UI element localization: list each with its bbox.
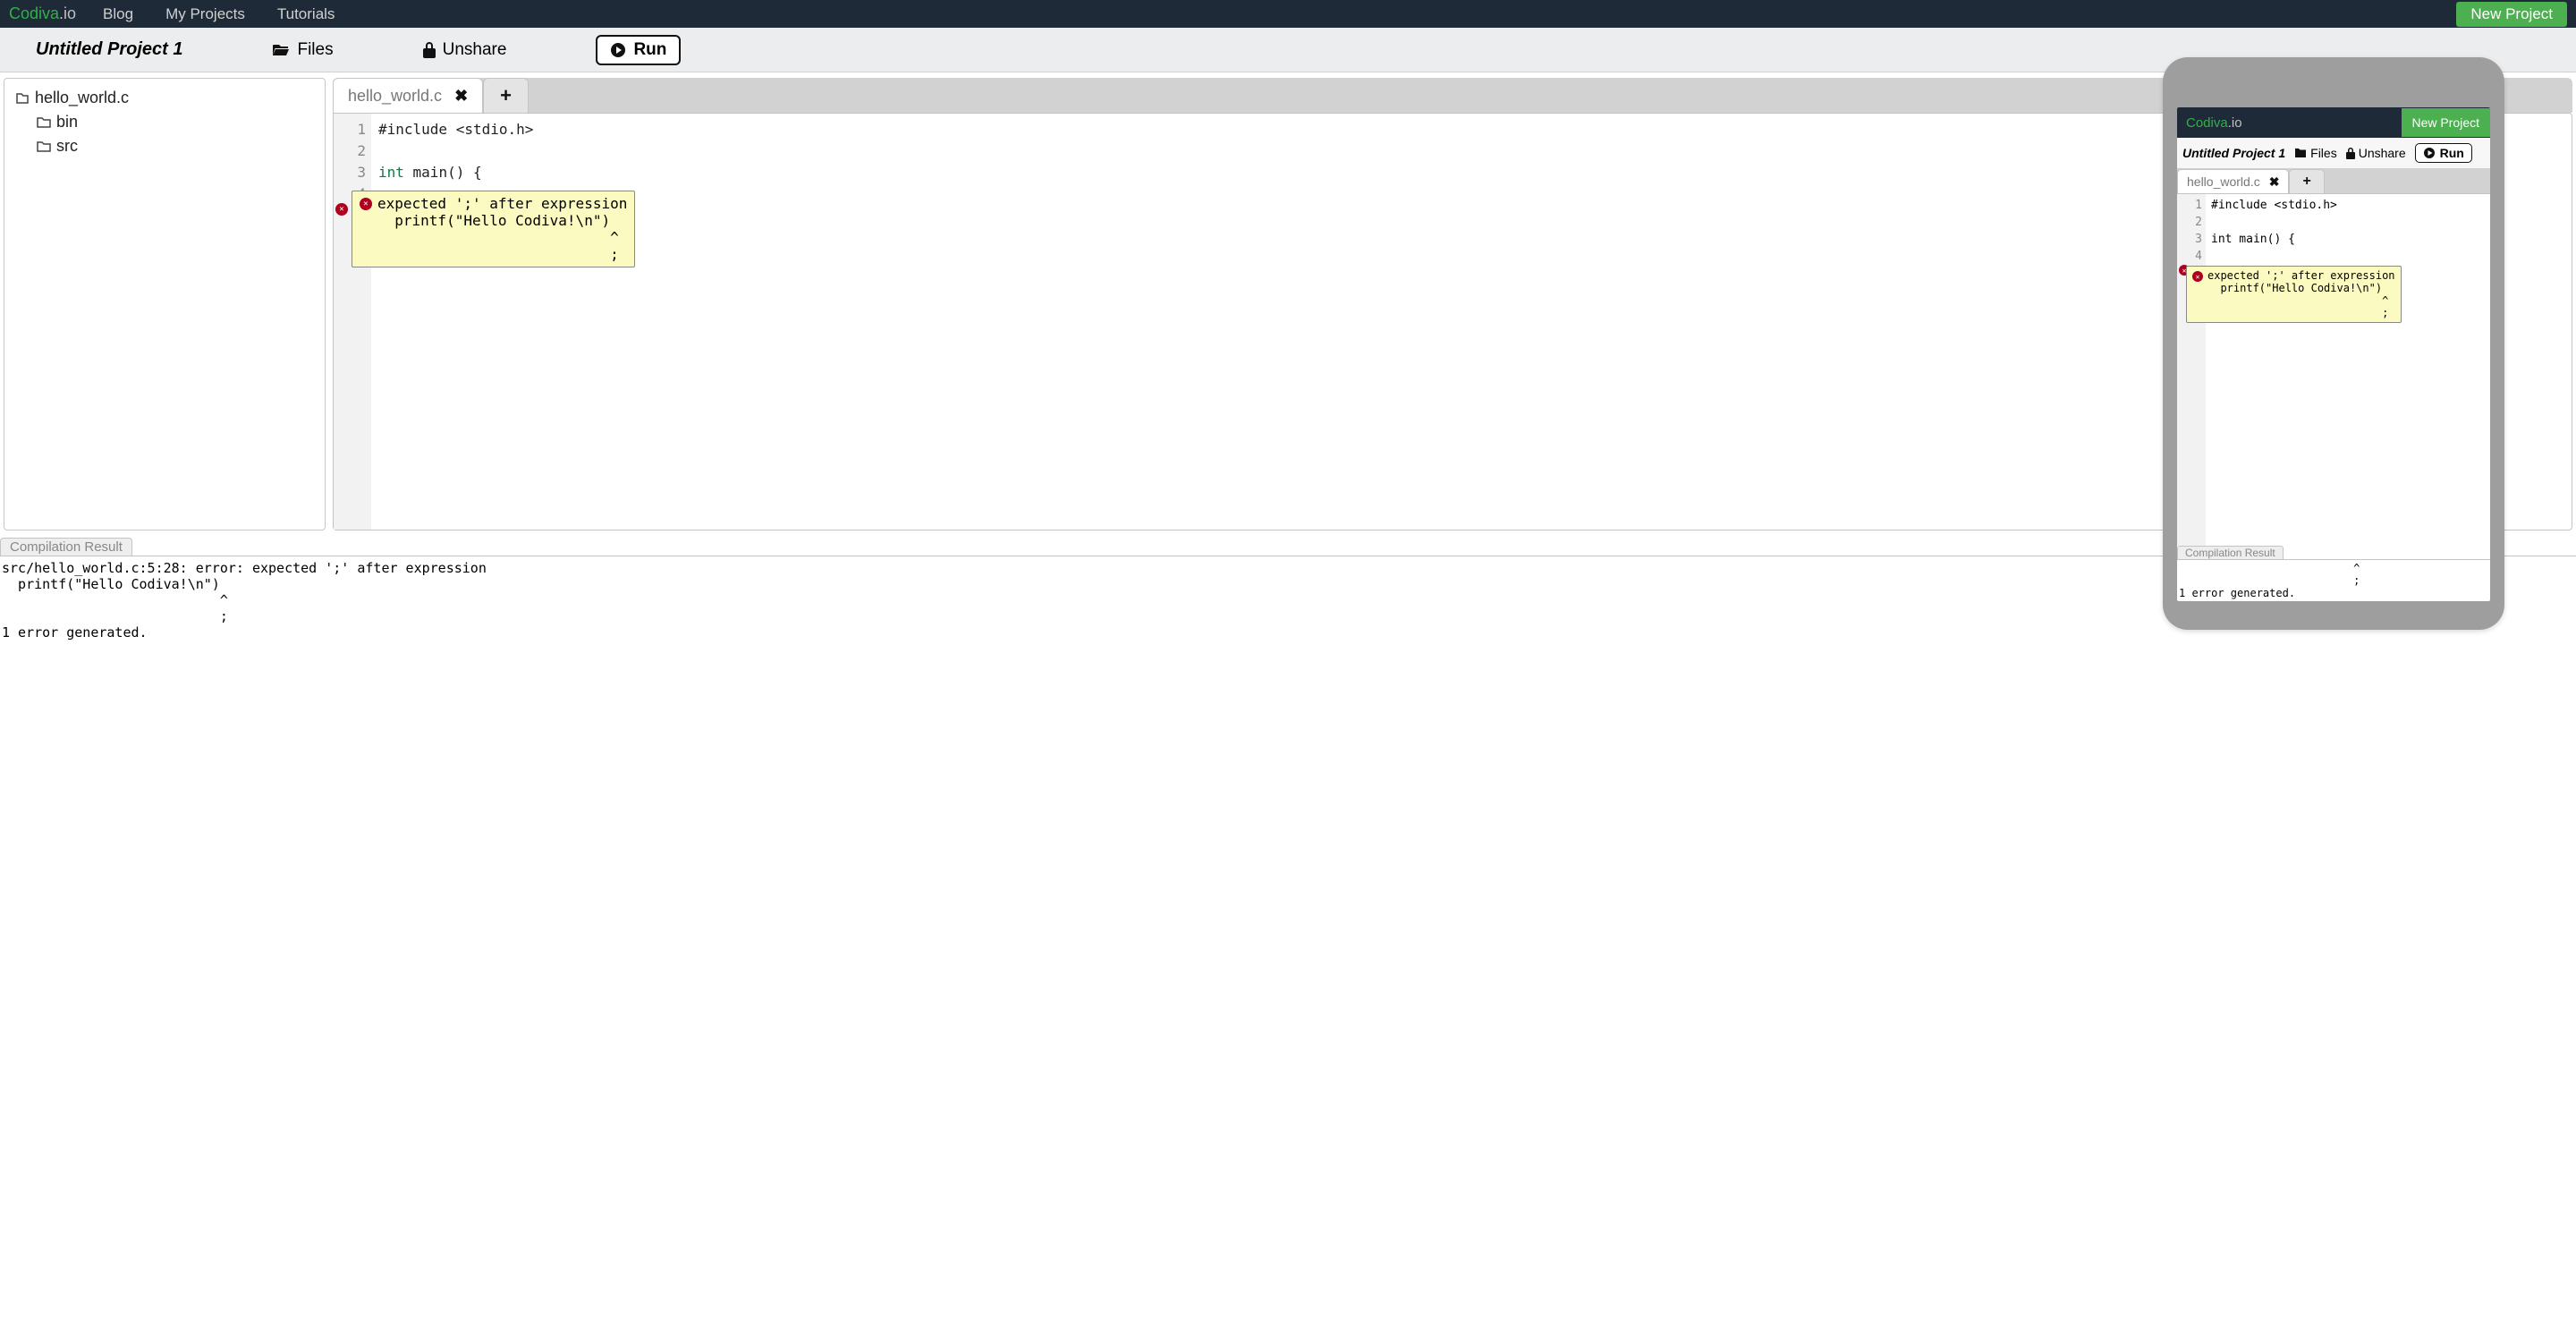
run-button[interactable]: Run xyxy=(596,35,681,65)
mobile-editor-tab[interactable]: hello_world.c ✖ xyxy=(2177,169,2289,193)
folder-icon xyxy=(2294,148,2307,158)
mobile-output-tab[interactable]: Compilation Result xyxy=(2177,546,2284,559)
mobile-error-tooltip: expected ';' after expression printf("He… xyxy=(2186,266,2402,323)
unshare-label: Unshare xyxy=(443,40,507,60)
project-name[interactable]: Untitled Project 1 xyxy=(36,39,182,60)
mobile-screen: Codiva.io New Project Untitled Project 1… xyxy=(2177,107,2490,601)
mobile-project-name[interactable]: Untitled Project 1 xyxy=(2182,146,2285,160)
mobile-tabs: hello_world.c ✖ + xyxy=(2177,169,2490,193)
tree-folder-bin[interactable]: bin xyxy=(15,110,314,134)
error-icon xyxy=(2192,271,2203,282)
unshare-button[interactable]: Unshare xyxy=(423,40,507,60)
close-icon[interactable]: ✖ xyxy=(2269,174,2280,190)
mobile-top-nav: Codiva.io New Project xyxy=(2177,107,2490,138)
tab-label: hello_world.c xyxy=(348,87,442,106)
mobile-new-project-button[interactable]: New Project xyxy=(2402,108,2490,137)
mobile-logo[interactable]: Codiva.io xyxy=(2177,115,2402,131)
code-content[interactable]: #include <stdio.h> int main() { printf("… xyxy=(371,114,618,530)
files-label: Files xyxy=(297,40,333,60)
file-tree: hello_world.c bin src xyxy=(4,78,326,530)
output-tab[interactable]: Compilation Result xyxy=(0,538,132,556)
nav-tutorials[interactable]: Tutorials xyxy=(277,5,335,23)
mobile-preview-frame: Codiva.io New Project Untitled Project 1… xyxy=(2163,57,2504,630)
line-gutter: 1 2 3 4 5 xyxy=(334,114,371,530)
play-circle-icon xyxy=(610,42,626,58)
mobile-run-button[interactable]: Run xyxy=(2415,143,2472,163)
lock-icon xyxy=(2346,148,2355,159)
run-label: Run xyxy=(633,40,666,60)
new-project-button[interactable]: New Project xyxy=(2456,2,2567,27)
tree-folder-src[interactable]: src xyxy=(15,134,314,158)
mobile-code-editor[interactable]: 1 2 3 4 5 #include <stdio.h> int main() … xyxy=(2177,193,2490,546)
folder-open-icon xyxy=(272,43,290,57)
play-circle-icon xyxy=(2423,147,2436,159)
error-icon xyxy=(360,198,372,210)
nav-my-projects[interactable]: My Projects xyxy=(165,5,245,23)
error-tooltip: expected ';' after expression printf("He… xyxy=(352,191,635,267)
mobile-unshare-button[interactable]: Unshare xyxy=(2346,146,2406,160)
folder-icon xyxy=(37,116,51,128)
files-button[interactable]: Files xyxy=(272,40,333,60)
mobile-code-content[interactable]: #include <stdio.h> int main() { printf("… xyxy=(2206,194,2405,546)
mobile-toolbar: Untitled Project 1 Files Unshare Run xyxy=(2177,138,2490,169)
tree-root-file[interactable]: hello_world.c xyxy=(15,86,314,110)
top-nav: Codiva.io Blog My Projects Tutorials New… xyxy=(0,0,2576,28)
mobile-compilation-output: ^ ; 1 error generated. xyxy=(2177,559,2490,601)
folder-icon xyxy=(37,140,51,152)
file-icon xyxy=(15,92,30,105)
add-tab-button[interactable]: + xyxy=(483,78,529,113)
editor-tab[interactable]: hello_world.c ✖ xyxy=(333,78,483,113)
close-icon[interactable]: ✖ xyxy=(454,87,468,106)
mobile-gutter: 1 2 3 4 5 xyxy=(2177,194,2206,546)
lock-icon xyxy=(423,42,436,58)
error-tooltip-text: expected ';' after expression printf("He… xyxy=(377,195,627,263)
tree-root-label: hello_world.c xyxy=(35,89,129,107)
tree-bin-label: bin xyxy=(56,113,78,132)
mobile-add-tab-button[interactable]: + xyxy=(2289,169,2324,193)
tree-src-label: src xyxy=(56,137,78,156)
nav-blog[interactable]: Blog xyxy=(103,5,133,23)
logo[interactable]: Codiva.io xyxy=(9,4,76,23)
mobile-files-button[interactable]: Files xyxy=(2294,146,2337,160)
error-marker-icon[interactable] xyxy=(335,203,348,216)
